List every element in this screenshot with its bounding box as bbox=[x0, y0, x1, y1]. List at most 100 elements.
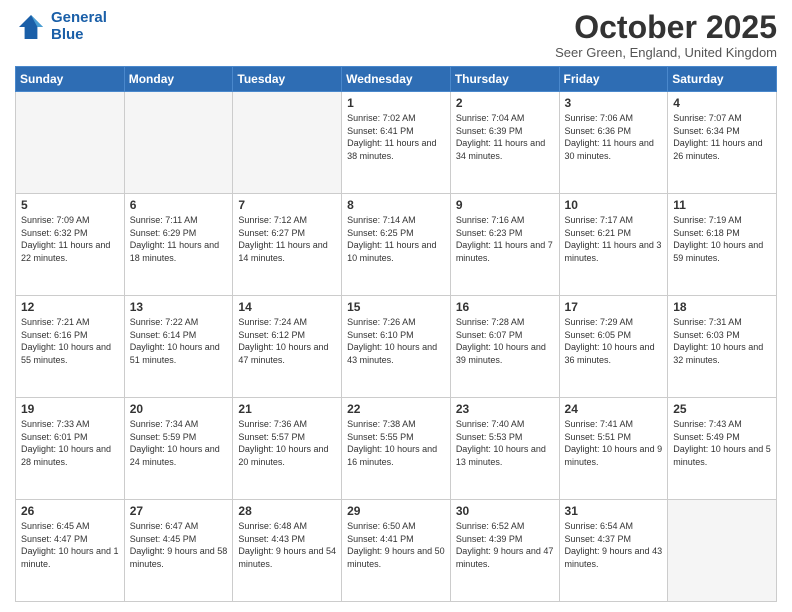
day-number: 14 bbox=[238, 300, 336, 314]
calendar-cell: 24Sunrise: 7:41 AMSunset: 5:51 PMDayligh… bbox=[559, 398, 668, 500]
calendar-cell: 8 Sunrise: 7:14 AMSunset: 6:25 PMDaylight… bbox=[342, 194, 451, 296]
calendar-cell: 5 Sunrise: 7:09 AMSunset: 6:32 PMDaylight… bbox=[16, 194, 125, 296]
day-info: Sunrise: 7:11 AMSunset: 6:29 PMDaylight:… bbox=[130, 214, 228, 264]
calendar-cell: 25 Sunrise: 7:43 AMSunset: 5:49 PMDayligh… bbox=[668, 398, 777, 500]
day-info: Sunrise: 7:17 AMSunset: 6:21 PMDaylight:… bbox=[565, 214, 663, 264]
calendar-cell bbox=[668, 500, 777, 602]
calendar-cell: 1 Sunrise: 7:02 AMSunset: 6:41 PMDaylight… bbox=[342, 92, 451, 194]
calendar-table: SundayMondayTuesdayWednesdayThursdayFrid… bbox=[15, 66, 777, 602]
day-number: 26 bbox=[21, 504, 119, 518]
calendar-cell: 16Sunrise: 7:28 AMSunset: 6:07 PMDayligh… bbox=[450, 296, 559, 398]
day-number: 10 bbox=[565, 198, 663, 212]
day-number: 17 bbox=[565, 300, 663, 314]
day-header-thursday: Thursday bbox=[450, 67, 559, 92]
day-info: Sunrise: 7:22 AMSunset: 6:14 PMDaylight:… bbox=[130, 316, 228, 366]
day-number: 7 bbox=[238, 198, 336, 212]
day-info: Sunrise: 7:38 AMSunset: 5:55 PMDaylight:… bbox=[347, 418, 445, 468]
calendar-cell: 29 Sunrise: 6:50 AMSunset: 4:41 PMDayligh… bbox=[342, 500, 451, 602]
calendar-cell: 26 Sunrise: 6:45 AMSunset: 4:47 PMDayligh… bbox=[16, 500, 125, 602]
day-info: Sunrise: 6:52 AMSunset: 4:39 PMDaylight:… bbox=[456, 520, 554, 570]
calendar-cell: 10 Sunrise: 7:17 AMSunset: 6:21 PMDayligh… bbox=[559, 194, 668, 296]
calendar-week-row: 1 Sunrise: 7:02 AMSunset: 6:41 PMDaylight… bbox=[16, 92, 777, 194]
day-number: 24 bbox=[565, 402, 663, 416]
calendar-cell: 30 Sunrise: 6:52 AMSunset: 4:39 PMDayligh… bbox=[450, 500, 559, 602]
day-info: Sunrise: 7:09 AMSunset: 6:32 PMDaylight:… bbox=[21, 214, 119, 264]
day-header-wednesday: Wednesday bbox=[342, 67, 451, 92]
page: General Blue October 2025 Seer Green, En… bbox=[0, 0, 792, 612]
day-number: 2 bbox=[456, 96, 554, 110]
calendar-cell: 11 Sunrise: 7:19 AMSunset: 6:18 PMDayligh… bbox=[668, 194, 777, 296]
day-header-friday: Friday bbox=[559, 67, 668, 92]
day-number: 11 bbox=[673, 198, 771, 212]
calendar-cell: 6 Sunrise: 7:11 AMSunset: 6:29 PMDaylight… bbox=[124, 194, 233, 296]
calendar-cell: 15Sunrise: 7:26 AMSunset: 6:10 PMDayligh… bbox=[342, 296, 451, 398]
day-info: Sunrise: 7:43 AMSunset: 5:49 PMDaylight:… bbox=[673, 418, 771, 468]
calendar-cell: 31Sunrise: 6:54 AMSunset: 4:37 PMDayligh… bbox=[559, 500, 668, 602]
logo-text: General Blue bbox=[51, 10, 107, 43]
day-number: 29 bbox=[347, 504, 445, 518]
calendar-cell: 12 Sunrise: 7:21 AMSunset: 6:16 PMDayligh… bbox=[16, 296, 125, 398]
day-info: Sunrise: 7:29 AMSunset: 6:05 PMDaylight:… bbox=[565, 316, 663, 366]
day-number: 12 bbox=[21, 300, 119, 314]
day-number: 18 bbox=[673, 300, 771, 314]
calendar-week-row: 12 Sunrise: 7:21 AMSunset: 6:16 PMDayligh… bbox=[16, 296, 777, 398]
day-number: 22 bbox=[347, 402, 445, 416]
day-number: 9 bbox=[456, 198, 554, 212]
day-info: Sunrise: 6:50 AMSunset: 4:41 PMDaylight:… bbox=[347, 520, 445, 570]
day-number: 25 bbox=[673, 402, 771, 416]
day-header-sunday: Sunday bbox=[16, 67, 125, 92]
day-info: Sunrise: 7:02 AMSunset: 6:41 PMDaylight:… bbox=[347, 112, 445, 162]
calendar-cell: 9 Sunrise: 7:16 AMSunset: 6:23 PMDaylight… bbox=[450, 194, 559, 296]
day-info: Sunrise: 7:19 AMSunset: 6:18 PMDaylight:… bbox=[673, 214, 771, 264]
day-number: 20 bbox=[130, 402, 228, 416]
calendar-week-row: 19 Sunrise: 7:33 AMSunset: 6:01 PMDayligh… bbox=[16, 398, 777, 500]
day-number: 13 bbox=[130, 300, 228, 314]
day-info: Sunrise: 6:48 AMSunset: 4:43 PMDaylight:… bbox=[238, 520, 336, 570]
day-number: 21 bbox=[238, 402, 336, 416]
day-info: Sunrise: 7:34 AMSunset: 5:59 PMDaylight:… bbox=[130, 418, 228, 468]
day-info: Sunrise: 7:28 AMSunset: 6:07 PMDaylight:… bbox=[456, 316, 554, 366]
calendar-cell: 28 Sunrise: 6:48 AMSunset: 4:43 PMDayligh… bbox=[233, 500, 342, 602]
calendar-cell: 7 Sunrise: 7:12 AMSunset: 6:27 PMDaylight… bbox=[233, 194, 342, 296]
day-info: Sunrise: 7:16 AMSunset: 6:23 PMDaylight:… bbox=[456, 214, 554, 264]
calendar-cell: 4 Sunrise: 7:07 AMSunset: 6:34 PMDaylight… bbox=[668, 92, 777, 194]
day-info: Sunrise: 7:33 AMSunset: 6:01 PMDaylight:… bbox=[21, 418, 119, 468]
calendar-week-row: 26 Sunrise: 6:45 AMSunset: 4:47 PMDayligh… bbox=[16, 500, 777, 602]
logo: General Blue bbox=[15, 10, 107, 43]
day-info: Sunrise: 7:14 AMSunset: 6:25 PMDaylight:… bbox=[347, 214, 445, 264]
day-number: 27 bbox=[130, 504, 228, 518]
day-number: 15 bbox=[347, 300, 445, 314]
calendar-cell: 2 Sunrise: 7:04 AMSunset: 6:39 PMDaylight… bbox=[450, 92, 559, 194]
header: General Blue October 2025 Seer Green, En… bbox=[15, 10, 777, 60]
calendar-cell: 22 Sunrise: 7:38 AMSunset: 5:55 PMDayligh… bbox=[342, 398, 451, 500]
day-info: Sunrise: 7:04 AMSunset: 6:39 PMDaylight:… bbox=[456, 112, 554, 162]
day-number: 1 bbox=[347, 96, 445, 110]
day-header-saturday: Saturday bbox=[668, 67, 777, 92]
calendar-cell bbox=[124, 92, 233, 194]
calendar-cell: 27 Sunrise: 6:47 AMSunset: 4:45 PMDayligh… bbox=[124, 500, 233, 602]
day-number: 5 bbox=[21, 198, 119, 212]
calendar-cell bbox=[233, 92, 342, 194]
day-number: 6 bbox=[130, 198, 228, 212]
day-info: Sunrise: 7:12 AMSunset: 6:27 PMDaylight:… bbox=[238, 214, 336, 264]
day-number: 19 bbox=[21, 402, 119, 416]
day-number: 23 bbox=[456, 402, 554, 416]
day-number: 28 bbox=[238, 504, 336, 518]
day-number: 30 bbox=[456, 504, 554, 518]
day-number: 31 bbox=[565, 504, 663, 518]
day-info: Sunrise: 7:07 AMSunset: 6:34 PMDaylight:… bbox=[673, 112, 771, 162]
day-info: Sunrise: 7:21 AMSunset: 6:16 PMDaylight:… bbox=[21, 316, 119, 366]
day-info: Sunrise: 7:24 AMSunset: 6:12 PMDaylight:… bbox=[238, 316, 336, 366]
day-number: 8 bbox=[347, 198, 445, 212]
calendar-week-row: 5 Sunrise: 7:09 AMSunset: 6:32 PMDaylight… bbox=[16, 194, 777, 296]
day-number: 4 bbox=[673, 96, 771, 110]
title-area: October 2025 Seer Green, England, United… bbox=[555, 10, 777, 60]
day-header-monday: Monday bbox=[124, 67, 233, 92]
calendar-cell: 20 Sunrise: 7:34 AMSunset: 5:59 PMDayligh… bbox=[124, 398, 233, 500]
day-number: 3 bbox=[565, 96, 663, 110]
month-title: October 2025 bbox=[555, 10, 777, 45]
calendar-cell: 21Sunrise: 7:36 AMSunset: 5:57 PMDayligh… bbox=[233, 398, 342, 500]
day-info: Sunrise: 6:45 AMSunset: 4:47 PMDaylight:… bbox=[21, 520, 119, 570]
calendar-cell: 18Sunrise: 7:31 AMSunset: 6:03 PMDayligh… bbox=[668, 296, 777, 398]
day-info: Sunrise: 6:47 AMSunset: 4:45 PMDaylight:… bbox=[130, 520, 228, 570]
